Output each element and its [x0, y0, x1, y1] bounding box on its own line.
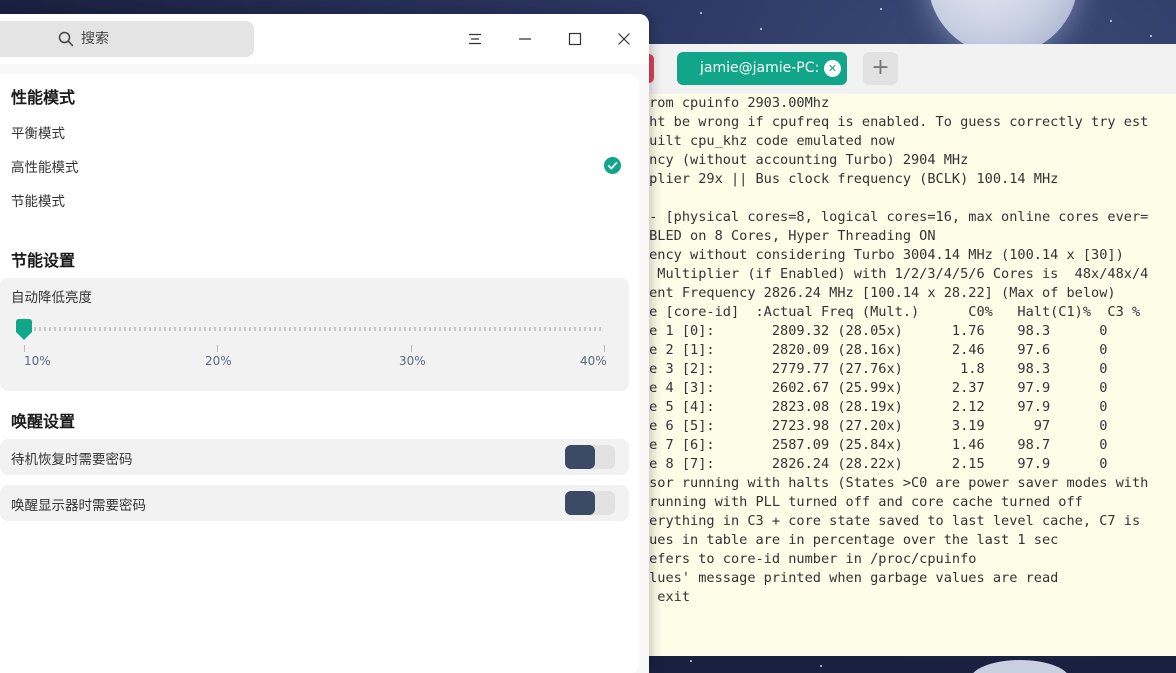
menu-button[interactable] — [460, 24, 490, 54]
terminal-line: ve values in table are in percentage ove… — [600, 532, 1059, 548]
search-placeholder: 搜索 — [81, 31, 109, 47]
terminal-line: Core 3 [2]: 2779.77 (27.76x) 1.8 98.3 0 — [600, 361, 1108, 377]
search-input[interactable]: 搜索 — [0, 21, 254, 57]
settings-window: 搜索 性能模式 平衡模式 高性能模式 节能模式 节能设置 自动降低亮度 10% … — [0, 14, 649, 673]
slider-tick-label: 30% — [399, 354, 426, 368]
brightness-slider-track[interactable] — [24, 327, 604, 331]
slider-tick — [411, 345, 412, 352]
terminal-line: t [0] - [physical cores=8, logical cores… — [600, 209, 1149, 225]
terminal-line: Core 7 [6]: 2587.09 (25.84x) 1.46 98.7 0 — [600, 437, 1108, 453]
mode-power-saving[interactable]: 节能模式 — [11, 190, 65, 210]
terminal-tab-title: jamie@jamie-PC: ~ — [700, 60, 836, 76]
star — [1150, 35, 1152, 37]
terminal-line: Cores running with PLL turned off and co… — [600, 494, 1083, 510]
close-tab-icon[interactable]: ✕ — [824, 60, 841, 77]
terminal-line: age Values' message printed when garbage… — [600, 570, 1059, 586]
slider-tick — [217, 345, 218, 352]
terminal-line: -id] refers to core-id number in /proc/c… — [600, 551, 977, 567]
terminal-output[interactable]: peed from cpuinfo 2903.00Mhz fo might be … — [600, 94, 1176, 656]
search-icon — [58, 31, 74, 47]
maximize-button[interactable] — [560, 24, 590, 54]
terminal-line: Core 4 [3]: 2602.67 (25.99x) 2.37 97.9 0 — [600, 380, 1108, 396]
slider-tick-label: 10% — [24, 354, 51, 368]
display-wake-password-card: 唤醒显示器时需要密码 — [0, 485, 629, 521]
slider-tick-label: 40% — [580, 354, 607, 368]
terminal-line: Frequency (without accounting Turbo) 290… — [600, 152, 969, 168]
display-wake-password-label: 唤醒显示器时需要密码 — [11, 498, 146, 514]
brightness-slider-handle[interactable] — [14, 318, 34, 342]
star — [1110, 20, 1112, 22]
close-button[interactable] — [609, 24, 639, 54]
standby-password-label: 待机恢复时需要密码 — [11, 452, 133, 468]
terminal-line: Frequency without considering Turbo 3004… — [600, 247, 1124, 263]
terminal-line: Core 1 [0]: 2809.32 (28.05x) 1.76 98.3 0 — [600, 323, 1108, 339]
star — [700, 12, 702, 14]
brightness-card: 自动降低亮度 10% 20% 30% 40% — [0, 278, 629, 391]
titlebar: 搜索 — [0, 14, 649, 64]
mode-high-performance[interactable]: 高性能模式 — [11, 156, 79, 176]
wakeup-title: 唤醒设置 — [11, 412, 76, 431]
terminal-line: Core [core-id] :Actual Freq (Mult.) C0% … — [600, 304, 1141, 320]
terminal-line: Core 8 [7]: 2826.24 (28.22x) 2.15 97.9 0 — [600, 456, 1108, 472]
check-icon — [604, 157, 621, 174]
star — [880, 8, 882, 10]
minimize-icon — [519, 38, 531, 40]
minimize-button[interactable] — [510, 24, 540, 54]
star — [820, 665, 822, 667]
star — [690, 660, 692, 662]
auto-brightness-label: 自动降低亮度 — [11, 290, 92, 306]
slider-tick — [604, 345, 605, 352]
add-tab-button[interactable]: + — [863, 52, 898, 85]
maximize-icon — [568, 32, 582, 46]
terminal-line: 7 = Everything in C3 + core state saved … — [600, 513, 1141, 529]
mode-balanced[interactable]: 平衡模式 — [11, 122, 65, 142]
slider-tick — [24, 345, 25, 352]
terminal-line: fo might be wrong if cpufreq is enabled.… — [600, 114, 1149, 130]
close-icon — [618, 33, 630, 45]
terminal-line: BO ENABLED on 8 Cores, Hyper Threading O… — [600, 228, 936, 244]
menu-icon — [469, 33, 481, 45]
terminal-tabbar: jamie@jamie-PC: ~ ✕ + — [600, 44, 1176, 94]
terminal-tab-active[interactable]: jamie@jamie-PC: ~ ✕ — [677, 52, 847, 85]
terminal-line: Core 5 [4]: 2823.08 (28.19x) 2.12 97.9 0 — [600, 399, 1108, 415]
terminal-line: Core 6 [5]: 2723.98 (27.20x) 3.19 97 0 — [600, 418, 1108, 434]
performance-mode-title: 性能模式 — [11, 88, 76, 107]
slider-tick-label: 20% — [205, 354, 232, 368]
terminal-line: Multiplier 29x || Bus clock frequency (B… — [600, 171, 1059, 187]
toggle-knob — [565, 491, 595, 515]
star — [760, 28, 762, 30]
toggle-knob — [565, 445, 595, 469]
settings-content: 性能模式 平衡模式 高性能模式 节能模式 节能设置 自动降低亮度 10% 20%… — [0, 64, 649, 673]
terminal-line: l Current Frequency 2826.24 MHz [100.14 … — [600, 285, 1116, 301]
display-wake-password-toggle[interactable] — [565, 491, 615, 515]
terminal-line: Core 2 [1]: 2820.09 (28.16x) 2.46 97.6 0 — [600, 342, 1108, 358]
standby-password-card: 待机恢复时需要密码 — [0, 439, 629, 475]
standby-password-toggle[interactable] — [565, 445, 615, 469]
terminal-line: Processor running with halts (States >C0… — [600, 475, 1149, 491]
terminal-line: TURBO Multiplier (if Enabled) with 1/2/3… — [600, 266, 1149, 282]
terminal-window[interactable]: jamie@jamie-PC: ~ ✕ + peed from cpuinfo … — [600, 44, 1176, 656]
power-saving-title: 节能设置 — [11, 251, 76, 270]
